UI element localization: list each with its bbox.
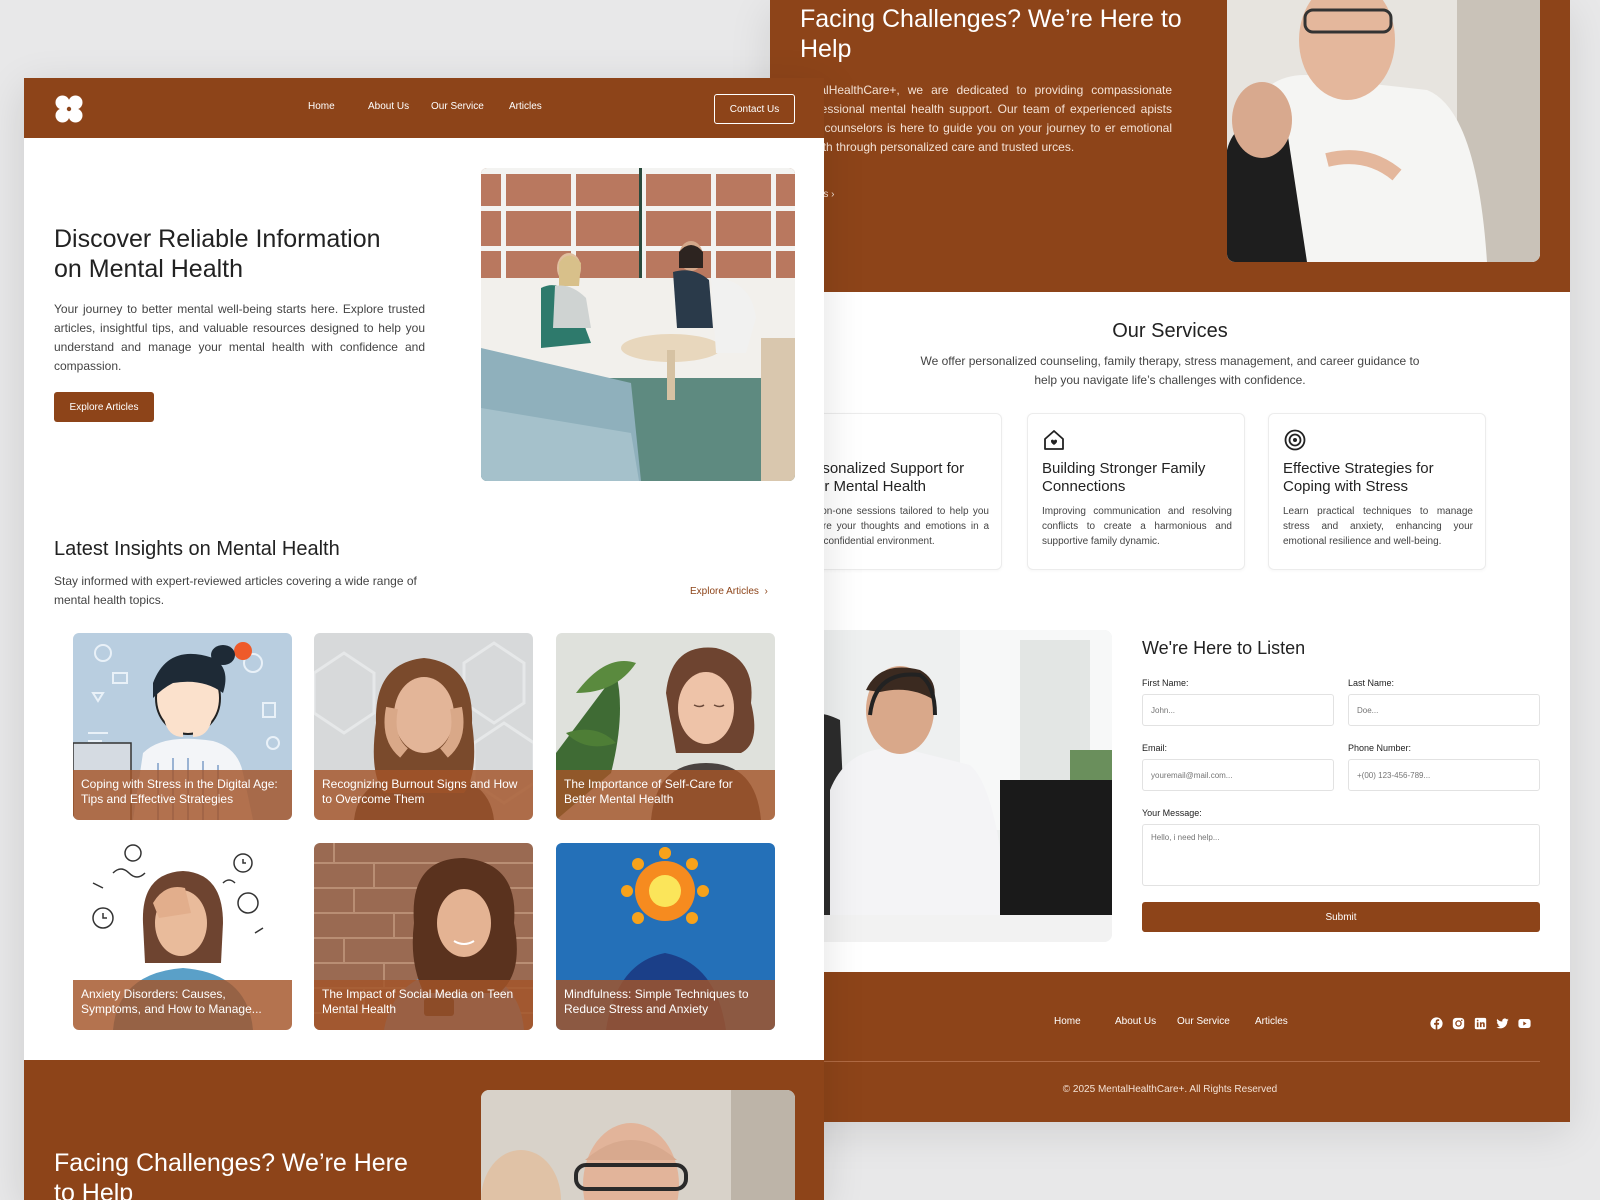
therapist-photo xyxy=(1227,0,1540,262)
youtube-icon[interactable] xyxy=(1518,1017,1531,1030)
article-card[interactable]: Recognizing Burnout Signs and How to Ove… xyxy=(314,633,533,820)
phone-field[interactable] xyxy=(1348,759,1540,791)
email-field[interactable] xyxy=(1142,759,1334,791)
page-preview-right: Facing Challenges? We’re Here to Help le… xyxy=(770,0,1570,1122)
article-card[interactable]: Coping with Stress in the Digital Age: T… xyxy=(73,633,292,820)
service-card-stress[interactable]: Effective Strategies for Coping with Str… xyxy=(1268,413,1486,570)
chevron-right-icon: › xyxy=(831,189,835,200)
nav-home[interactable]: Home xyxy=(308,101,335,112)
first-name-field[interactable] xyxy=(1142,694,1334,726)
service-body: Improving communication and resolving co… xyxy=(1042,506,1232,547)
first-name-label: First Name: xyxy=(1142,678,1189,688)
explore-articles-button[interactable]: Explore Articles xyxy=(54,392,154,422)
article-title: Mindfulness: Simple Techniques to Reduce… xyxy=(556,980,775,1030)
article-title: The Impact of Social Media on Teen Menta… xyxy=(314,980,533,1030)
cta-section: Facing Challenges? We’re Here to Help le… xyxy=(770,0,1570,292)
cta-title-bottom: Facing Challenges? We’re Here to Help xyxy=(54,1149,408,1200)
service-title: Building Stronger Family Connections xyxy=(1042,460,1206,495)
services-title: Our Services xyxy=(1112,320,1228,342)
footer-nav: Home About Us Our Service Articles xyxy=(1054,1016,1288,1027)
copyright: © 2025 MentalHealthCare+. All Rights Res… xyxy=(1062,1084,1278,1095)
twitter-icon[interactable] xyxy=(1496,1017,1509,1030)
footer: Home About Us Our Service Articles © 202… xyxy=(770,972,1570,1122)
insights-title: Latest Insights on Mental Health xyxy=(54,538,340,560)
phone-label: Phone Number: xyxy=(1348,743,1412,753)
cta-title: Facing Challenges? We’re Here to Help xyxy=(800,5,1182,63)
hero-body: Your journey to better mental well-being… xyxy=(54,302,425,373)
article-title: Coping with Stress in the Digital Age: T… xyxy=(73,770,292,820)
article-title: The Importance of Self-Care for Better M… xyxy=(556,770,775,820)
service-body: One-on-one sessions tailored to help you… xyxy=(799,506,989,547)
nav-articles[interactable]: Articles xyxy=(509,101,542,112)
services-subtitle: We offer personalized counseling, family… xyxy=(920,354,1420,387)
logo-icon[interactable] xyxy=(54,94,84,124)
contact-form-title: We're Here to Listen xyxy=(1142,638,1306,658)
home-heart-icon xyxy=(1044,430,1064,450)
target-icon xyxy=(1284,429,1306,451)
last-name-field[interactable] xyxy=(1348,694,1540,726)
chevron-right-icon: › xyxy=(764,586,768,597)
footer-nav-service[interactable]: Our Service xyxy=(1177,1016,1255,1027)
article-card[interactable]: The Impact of Social Media on Teen Menta… xyxy=(314,843,533,1030)
hero-title: Discover Reliable Information on Mental … xyxy=(54,225,381,283)
article-card[interactable]: The Importance of Self-Care for Better M… xyxy=(556,633,775,820)
service-body: Learn practical techniques to manage str… xyxy=(1283,506,1473,547)
insights-subtitle: Stay informed with expert-reviewed artic… xyxy=(54,574,417,607)
cta-body: lentalHealthCare+, we are dedicated to p… xyxy=(800,83,1172,154)
instagram-icon[interactable] xyxy=(1452,1017,1465,1030)
last-name-label: Last Name: xyxy=(1348,678,1395,688)
page-preview-left: Home About Us Our Service Articles Conta… xyxy=(24,78,824,1200)
article-card[interactable]: Anxiety Disorders: Causes, Symptoms, and… xyxy=(73,843,292,1030)
footer-divider xyxy=(800,1061,1540,1062)
email-label: Email: xyxy=(1142,743,1168,753)
submit-button[interactable]: Submit xyxy=(1142,902,1540,932)
message-label: Your Message: xyxy=(1142,808,1202,818)
facebook-icon[interactable] xyxy=(1430,1017,1443,1030)
nav-service[interactable]: Our Service xyxy=(431,101,484,112)
navbar: Home About Us Our Service Articles Conta… xyxy=(24,78,824,138)
contact-us-button[interactable]: Contact Us xyxy=(714,94,795,124)
footer-nav-articles[interactable]: Articles xyxy=(1255,1016,1288,1027)
message-field[interactable] xyxy=(1142,824,1540,886)
article-card[interactable]: Mindfulness: Simple Techniques to Reduce… xyxy=(556,843,775,1030)
linkedin-icon[interactable] xyxy=(1474,1017,1487,1030)
footer-nav-about[interactable]: About Us xyxy=(1115,1016,1177,1027)
service-card-family[interactable]: Building Stronger Family Connections Imp… xyxy=(1027,413,1245,570)
article-title: Recognizing Burnout Signs and How to Ove… xyxy=(314,770,533,820)
nav-about[interactable]: About Us xyxy=(368,101,409,112)
article-title: Anxiety Disorders: Causes, Symptoms, and… xyxy=(73,980,292,1030)
cta-section-bottom: Facing Challenges? We’re Here to Help xyxy=(24,1060,824,1200)
therapist-photo-bottom xyxy=(481,1090,795,1200)
explore-articles-link-label: Explore Articles xyxy=(690,586,759,597)
explore-articles-link[interactable]: Explore Articles › xyxy=(690,586,768,597)
footer-nav-home[interactable]: Home xyxy=(1054,1016,1115,1027)
service-title: Effective Strategies for Coping with Str… xyxy=(1283,460,1434,495)
therapy-session-photo xyxy=(481,168,795,481)
service-title: Personalized Support for Your Mental Hea… xyxy=(799,460,965,495)
